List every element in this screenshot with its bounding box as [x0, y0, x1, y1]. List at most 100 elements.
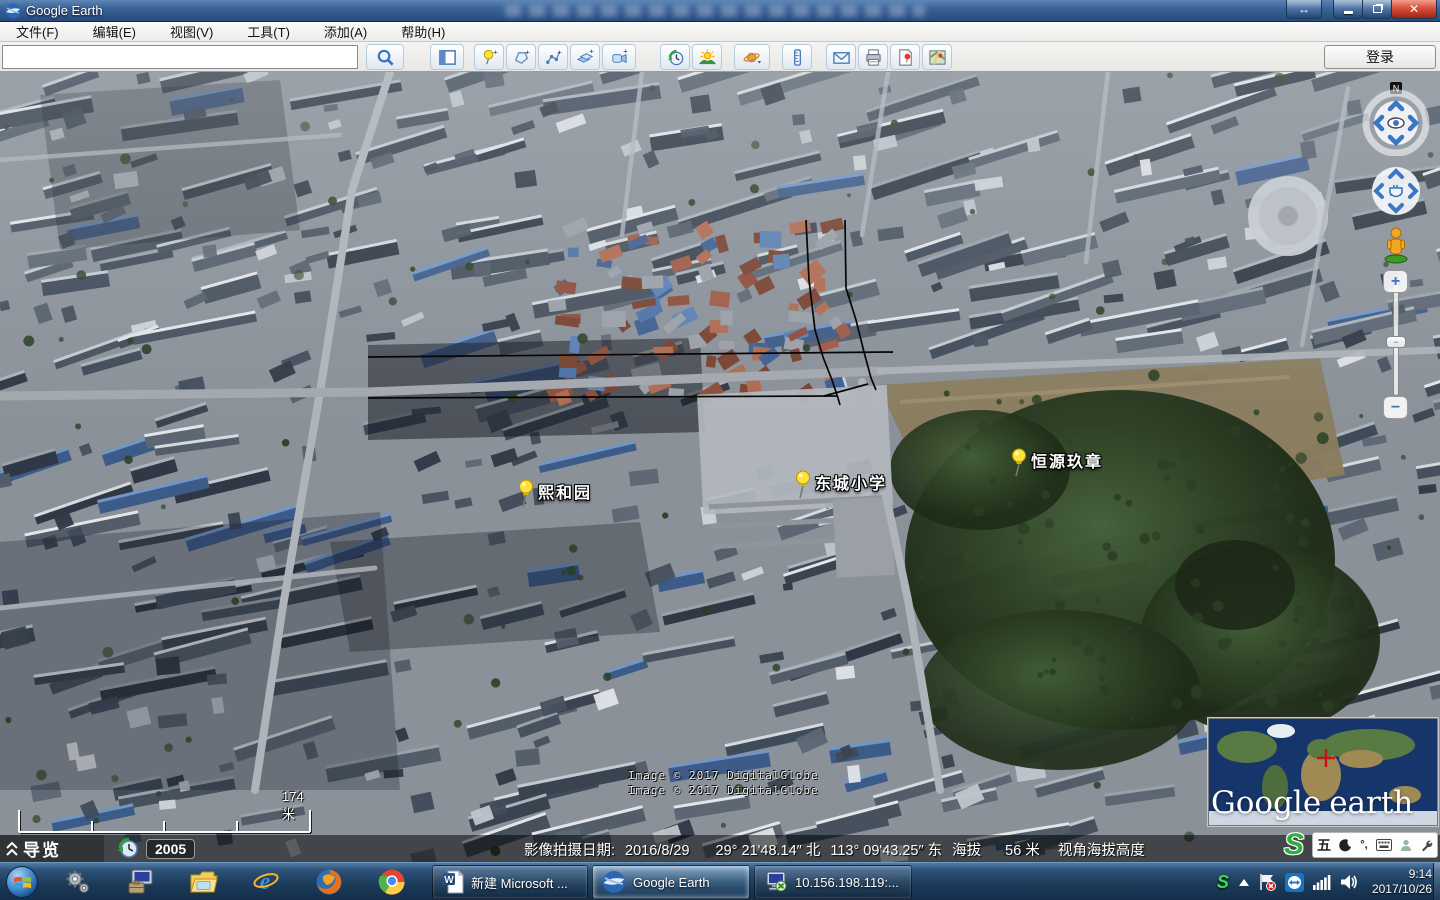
search-icon	[376, 48, 395, 67]
email-button[interactable]	[826, 44, 856, 70]
taskbar-app-label: 10.156.198.119:...	[795, 875, 899, 890]
ime-punctuation-toggle[interactable]: °,	[1360, 839, 1367, 851]
search-button[interactable]	[366, 44, 404, 70]
show-hidden-icons[interactable]	[1238, 878, 1250, 887]
placemark-dongcheng-primary-school[interactable]: 东城小学	[793, 470, 887, 500]
zoom-out-button[interactable]: −	[1383, 396, 1408, 419]
email-icon	[832, 48, 851, 67]
google-maps-icon	[928, 48, 947, 67]
pegman[interactable]	[1381, 226, 1411, 264]
quicklaunch-explorer[interactable]	[190, 868, 218, 896]
windows-flag-icon	[14, 875, 31, 890]
taskbar: e W 新建 Microsoft ... Google Earth 10.156…	[0, 862, 1440, 900]
quicklaunch-chrome[interactable]	[378, 868, 406, 896]
close-button[interactable]: ✕	[1391, 0, 1437, 19]
printer-icon	[864, 48, 883, 67]
menu-help[interactable]: 帮助(H)	[391, 21, 455, 42]
system-tray: S 9:14 2017/10/26	[1217, 863, 1432, 900]
menu-tools[interactable]: 工具(T)	[237, 21, 300, 42]
svg-text:+: +	[623, 48, 628, 56]
quicklaunch-firefox[interactable]	[315, 868, 343, 896]
history-year-badge[interactable]: 2005	[146, 839, 195, 859]
ruler-button[interactable]	[782, 44, 812, 70]
overview-map[interactable]: Googleearth	[1208, 718, 1438, 826]
sogou-ime-logo[interactable]: S	[1284, 828, 1316, 860]
status-readout: 影像拍摄日期:2016/8/2929° 21'48.14″ 北113° 09'4…	[524, 839, 1155, 860]
add-placemark-button[interactable]: +	[474, 44, 504, 70]
svg-text:W: W	[444, 875, 454, 886]
teamviewer-icon[interactable]	[1285, 873, 1304, 892]
quicklaunch-system-tool[interactable]	[127, 868, 155, 896]
show-desktop-button[interactable]	[1433, 863, 1440, 900]
imagery-copyright: Image © 2017 DigitalGlobe Image © 2017 D…	[628, 768, 819, 798]
move-joystick[interactable]	[1369, 164, 1423, 218]
user-icon[interactable]	[1400, 839, 1412, 852]
background-window-ghost	[505, 5, 925, 17]
action-center-flag-icon[interactable]	[1259, 873, 1276, 891]
add-image-overlay-button[interactable]: +	[570, 44, 600, 70]
print-button[interactable]	[858, 44, 888, 70]
image-overlay-icon: +	[576, 48, 595, 67]
google-earth-wordmark: Googleearth	[1209, 785, 1437, 821]
historical-imagery-widget[interactable]: 2005	[117, 837, 195, 860]
remote-desktop-icon	[764, 871, 788, 893]
network-signal-icon[interactable]	[1313, 875, 1331, 890]
volume-icon[interactable]	[1340, 874, 1359, 890]
quicklaunch-settings[interactable]	[64, 868, 92, 896]
historical-imagery-button[interactable]	[660, 44, 690, 70]
add-polygon-button[interactable]: +	[506, 44, 536, 70]
pushpin-icon	[516, 479, 536, 509]
taskbar-app-word[interactable]: W 新建 Microsoft ...	[432, 865, 588, 899]
zoom-slider-handle[interactable]: −	[1386, 336, 1406, 348]
latitude-value: 29° 21'48.14″ 北	[716, 843, 821, 859]
minimize-button[interactable]	[1333, 0, 1363, 19]
pushpin-icon	[793, 470, 813, 500]
zoom-in-button[interactable]: +	[1383, 270, 1408, 293]
tour-guide-label: 导览	[23, 836, 61, 861]
look-joystick[interactable]: N	[1360, 82, 1432, 156]
tray-clock[interactable]: 9:14 2017/10/26	[1372, 867, 1432, 897]
taskbar-app-google-earth[interactable]: Google Earth	[592, 865, 750, 899]
imagery-date-value: 2016/8/29	[625, 843, 690, 859]
menu-view[interactable]: 视图(V)	[160, 21, 223, 42]
svg-text:+: +	[589, 48, 594, 56]
desktop: Google Earth ↔ ✕ 文件(F) 编辑(E) 视图(V) 工具(T)…	[0, 0, 1440, 900]
planets-button[interactable]	[734, 44, 770, 70]
saturn-icon	[743, 48, 762, 67]
sidebar-toggle-button[interactable]	[430, 44, 464, 70]
earth-viewport[interactable]: 熙和园 东城小学 恒源玖章 Image © 2017 DigitalGlobe …	[0, 72, 1440, 862]
eye-altitude-label: 视角海拔高度	[1058, 843, 1145, 859]
soft-keyboard-icon[interactable]	[1376, 839, 1392, 851]
add-path-button[interactable]: +	[538, 44, 568, 70]
elevation-value: 56 米	[1005, 843, 1040, 859]
tour-guide-toggle[interactable]: 导览	[0, 835, 104, 862]
resize-horizontal-button[interactable]: ↔	[1286, 0, 1322, 19]
menu-file[interactable]: 文件(F)	[6, 21, 69, 42]
ime-mode-wubi[interactable]: 五	[1317, 835, 1331, 855]
sunlight-button[interactable]	[692, 44, 722, 70]
svg-text:+: +	[525, 48, 530, 57]
pushpin-icon	[1009, 448, 1029, 478]
placemark-hengyuan-jiuzhang[interactable]: 恒源玖章	[1009, 448, 1103, 478]
firefox-icon	[315, 868, 343, 896]
placemark-xiheyuan[interactable]: 熙和园	[516, 479, 592, 509]
fullwidth-moon-icon[interactable]	[1339, 839, 1352, 852]
record-tour-button[interactable]: +	[602, 44, 636, 70]
menu-add[interactable]: 添加(A)	[314, 21, 377, 42]
sidebar-icon	[438, 48, 457, 67]
chrome-icon	[378, 868, 406, 896]
tray-sogou-icon[interactable]: S	[1217, 872, 1229, 893]
svg-text:e: e	[260, 869, 271, 895]
start-button[interactable]	[6, 866, 38, 898]
svg-text:+: +	[493, 48, 498, 57]
login-button[interactable]: 登录	[1324, 45, 1436, 69]
quicklaunch-internet-explorer[interactable]: e	[252, 868, 280, 896]
menu-edit[interactable]: 编辑(E)	[83, 21, 146, 42]
view-in-maps-button[interactable]	[922, 44, 952, 70]
save-image-button[interactable]	[890, 44, 920, 70]
wrench-icon[interactable]	[1420, 839, 1433, 852]
status-bar: 导览 2005 影像拍摄日期:2016/8/2929° 21'48.14″ 北1…	[0, 835, 1440, 862]
taskbar-app-remote-desktop[interactable]: 10.156.198.119:...	[754, 865, 912, 899]
restore-button[interactable]	[1362, 0, 1392, 19]
search-input[interactable]	[2, 45, 358, 69]
